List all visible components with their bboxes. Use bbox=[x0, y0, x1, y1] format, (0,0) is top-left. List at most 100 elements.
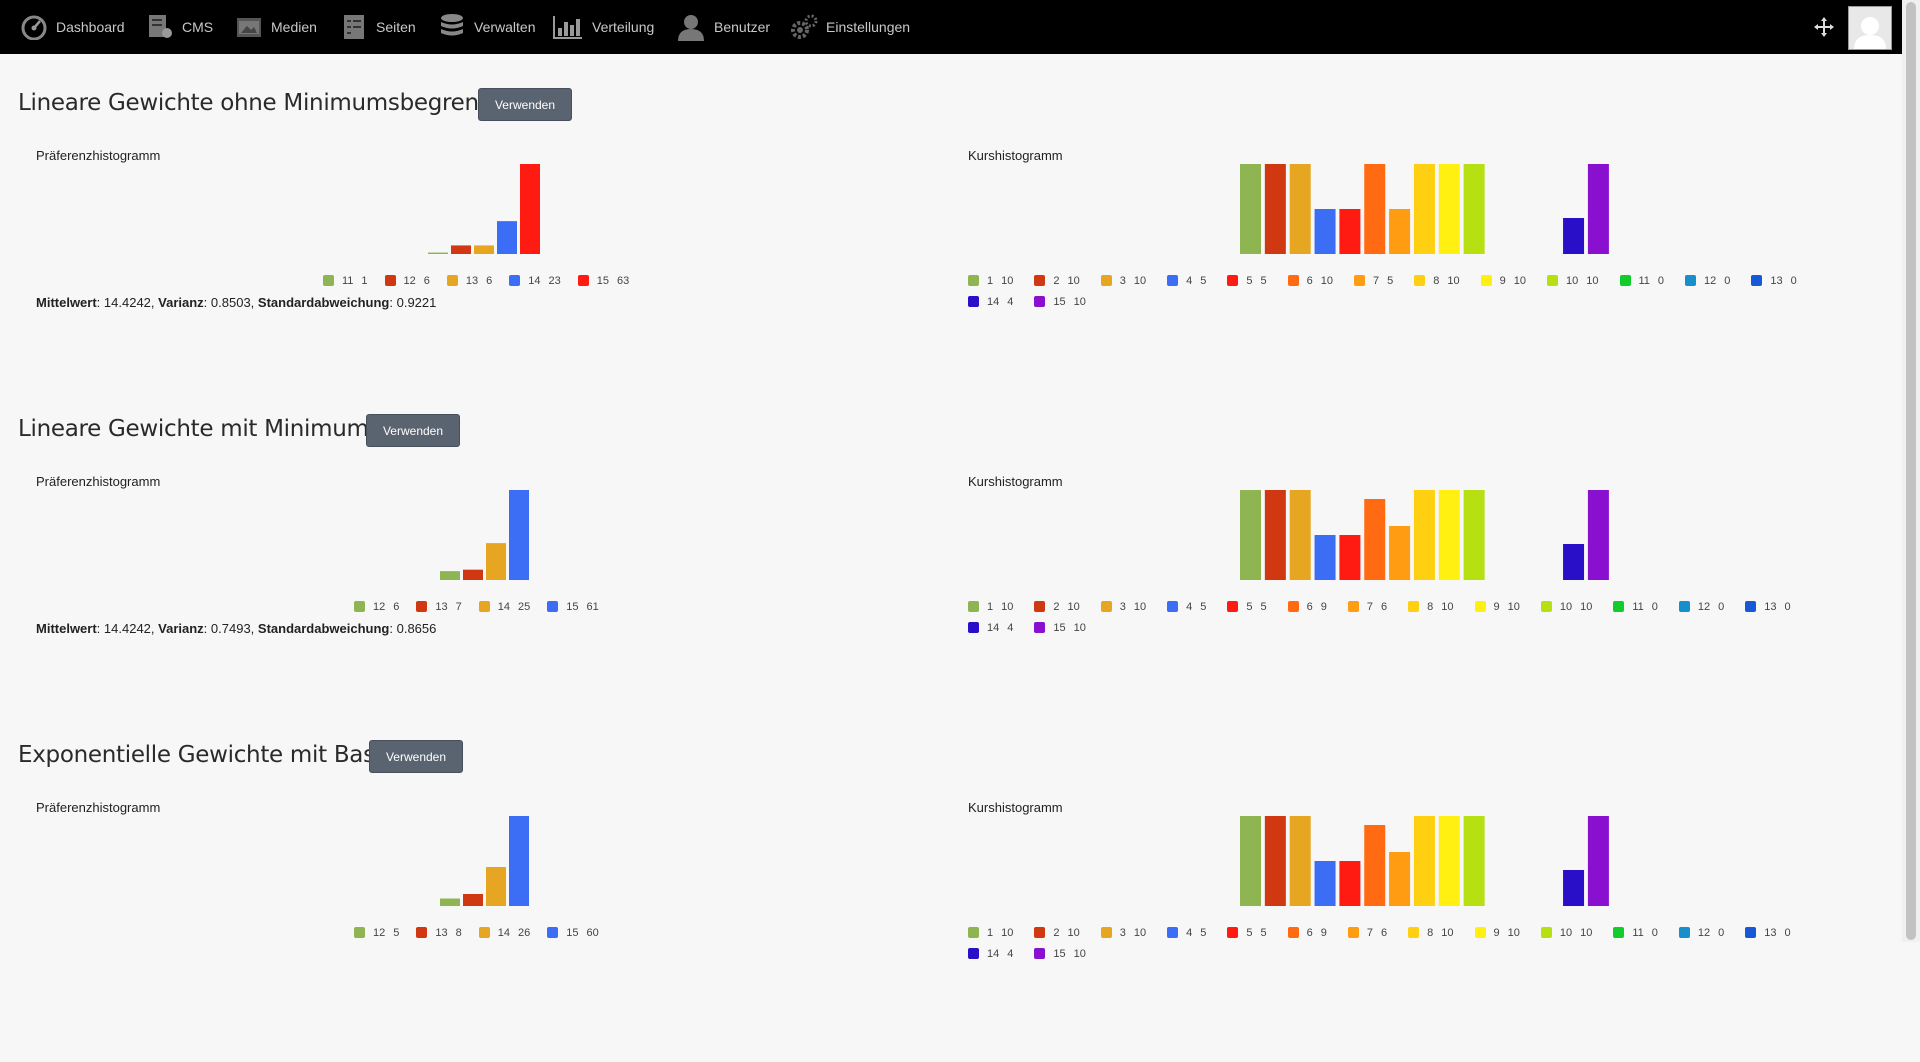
std-label: Standardabweichung bbox=[257, 621, 390, 636]
course-legend-item: 8 10 bbox=[1408, 598, 1454, 615]
legend-value: 60 bbox=[586, 926, 599, 939]
course-legend-item: 2 10 bbox=[1034, 598, 1080, 615]
pref-legend-item: 11 1 bbox=[323, 272, 368, 289]
legend-value: 4 bbox=[1007, 295, 1014, 308]
std-value: 0.8656 bbox=[396, 621, 437, 636]
course-legend-item: 13 0 bbox=[1745, 924, 1791, 941]
nav-verteilung-label: Verteilung bbox=[592, 19, 655, 35]
course-bar-5 bbox=[1339, 535, 1361, 580]
legend-label: 4 bbox=[1186, 600, 1193, 613]
legend-swatch bbox=[1034, 275, 1046, 286]
legend-label: 3 bbox=[1119, 600, 1126, 613]
section-title: Exponentielle Gewichte mit Basis 2 bbox=[18, 742, 414, 768]
legend-swatch bbox=[1034, 927, 1046, 938]
nav-medien[interactable]: Medien bbox=[235, 0, 317, 54]
course-bar-9 bbox=[1438, 816, 1460, 906]
use-button[interactable]: Verwenden bbox=[478, 88, 572, 121]
legend-label: 3 bbox=[1119, 274, 1126, 287]
nav-verteilung[interactable]: Verteilung bbox=[552, 0, 654, 54]
legend-label: 13 bbox=[1764, 926, 1777, 939]
legend-value: 6 bbox=[486, 274, 493, 287]
course-legend-item: 15 10 bbox=[1034, 945, 1086, 962]
move-arrows-icon[interactable] bbox=[1812, 15, 1836, 39]
pref-bar-15 bbox=[509, 816, 529, 906]
course-bar-14 bbox=[1563, 544, 1585, 580]
legend-swatch bbox=[1408, 927, 1420, 938]
pref-legend-item: 12 6 bbox=[354, 598, 399, 615]
legend-swatch bbox=[1100, 601, 1112, 612]
legend-label: 12 bbox=[1704, 274, 1717, 287]
legend-value: 0 bbox=[1790, 274, 1797, 287]
legend-label: 5 bbox=[1246, 926, 1253, 939]
legend-value: 5 bbox=[1200, 926, 1207, 939]
course-legend-item: 69 bbox=[1287, 598, 1327, 615]
legend-label: 14 bbox=[987, 295, 1000, 308]
legend-value: 10 bbox=[1067, 274, 1080, 287]
legend-label: 2 bbox=[1053, 926, 1060, 939]
legend-label: 1 bbox=[987, 600, 994, 613]
legend-label: 15 bbox=[1053, 295, 1066, 308]
avatar[interactable] bbox=[1848, 6, 1892, 50]
course-histogram-chart bbox=[1240, 490, 1609, 580]
page-scrollbar[interactable] bbox=[1902, 0, 1920, 942]
nav-benutzer-label: Benutzer bbox=[714, 19, 771, 35]
course-legend-item: 2 10 bbox=[1034, 924, 1080, 941]
legend-label: 12 bbox=[403, 274, 416, 287]
nav-benutzer[interactable]: Benutzer bbox=[676, 0, 770, 54]
use-button[interactable]: Verwenden bbox=[366, 414, 460, 447]
pref-legend-item: 14 25 bbox=[478, 598, 530, 615]
media-image-icon bbox=[237, 18, 261, 37]
course-bar-15 bbox=[1587, 490, 1609, 580]
nav-seiten-label: Seiten bbox=[376, 19, 416, 35]
legend-value: 9 bbox=[1320, 926, 1327, 939]
course-legend-item: 110 bbox=[1613, 598, 1658, 615]
statistics-line: Mittelwert: 14.4242, Varianz: 0.8503, St… bbox=[36, 295, 437, 310]
nav-einstellungen[interactable]: Einstellungen bbox=[790, 0, 910, 54]
course-bar-5 bbox=[1339, 861, 1361, 906]
legend-value: 10 bbox=[1001, 274, 1014, 287]
legend-value: 10 bbox=[1580, 600, 1593, 613]
legend-value: 0 bbox=[1724, 274, 1731, 287]
user-avatar-icon bbox=[1854, 17, 1886, 49]
course-histogram-label: Kurshistogramm bbox=[968, 800, 1063, 815]
course-bar-7 bbox=[1389, 526, 1411, 580]
course-bar-9 bbox=[1438, 164, 1460, 254]
pref-bar-13 bbox=[463, 569, 483, 580]
legend-swatch bbox=[323, 275, 334, 286]
legend-value: 10 bbox=[1133, 926, 1147, 939]
course-legend-item: 15 10 bbox=[1034, 619, 1086, 636]
legend-value: 10 bbox=[1507, 600, 1520, 613]
pref-legend-item: 14 23 bbox=[509, 272, 561, 289]
legend-label: 12 bbox=[373, 600, 386, 613]
nav-verwalten[interactable]: Verwalten bbox=[438, 0, 535, 54]
nav-dashboard-label: Dashboard bbox=[56, 19, 125, 35]
gears-icon bbox=[791, 14, 818, 39]
legend-swatch bbox=[478, 927, 490, 938]
variance-value: 0.8503 bbox=[210, 295, 251, 310]
scrollbar-thumb[interactable] bbox=[1906, 2, 1916, 940]
course-legend-item: 8 10 bbox=[1408, 924, 1454, 941]
course-legend-item: 10 10 bbox=[1540, 924, 1592, 941]
legend-value: 61 bbox=[586, 600, 599, 613]
pref-legend-item: 12 6 bbox=[384, 272, 430, 289]
course-legend-item: 3 10 bbox=[1100, 924, 1147, 941]
nav-seiten[interactable]: Seiten bbox=[340, 0, 416, 54]
mean-label: Mittelwert bbox=[36, 621, 97, 636]
legend-swatch bbox=[1227, 601, 1239, 612]
nav-cms[interactable]: CMS bbox=[146, 0, 213, 54]
course-legend-item: 110 bbox=[968, 924, 1013, 941]
course-bar-14 bbox=[1563, 218, 1585, 254]
legend-swatch bbox=[1034, 948, 1046, 959]
course-bar-10 bbox=[1463, 490, 1485, 580]
mean-label: Mittelwert bbox=[36, 295, 97, 310]
use-button[interactable]: Verwenden bbox=[369, 740, 463, 773]
legend-swatch bbox=[577, 275, 589, 286]
legend-value: 5 bbox=[1387, 274, 1394, 287]
course-bar-15 bbox=[1587, 164, 1609, 254]
legend-label: 3 bbox=[1119, 926, 1126, 939]
legend-label: 15 bbox=[566, 600, 579, 613]
bar-chart-icon bbox=[553, 16, 582, 39]
legend-value: 10 bbox=[1586, 274, 1599, 287]
legend-value: 10 bbox=[1447, 274, 1460, 287]
nav-dashboard[interactable]: Dashboard bbox=[20, 0, 125, 54]
